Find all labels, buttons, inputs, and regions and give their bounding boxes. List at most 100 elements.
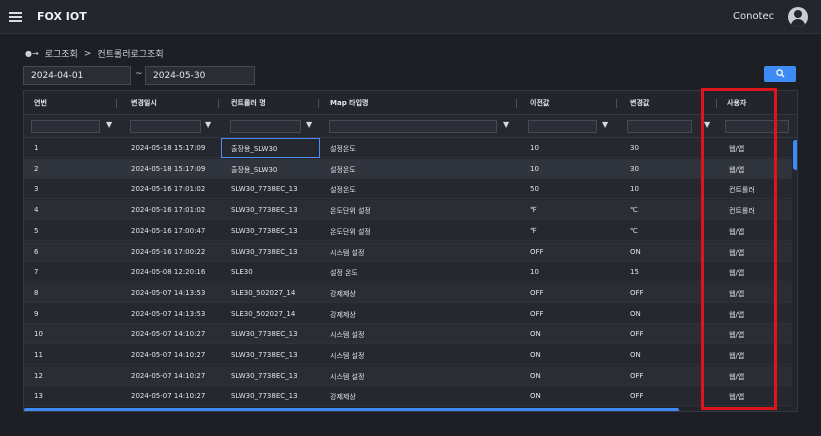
cell-previous[interactable]: 50 <box>530 185 539 193</box>
breadcrumb-part1[interactable]: 로그조회 <box>45 47 78 60</box>
cell-controller[interactable]: SLE30_502027_14 <box>231 289 295 297</box>
cell-no[interactable]: 12 <box>34 372 43 380</box>
filter-input-no[interactable] <box>31 120 100 133</box>
cell-changed-at[interactable]: 2024-05-16 17:01:02 <box>131 206 205 214</box>
cell-new[interactable]: 30 <box>630 165 639 173</box>
cell-previous[interactable]: 10 <box>530 268 539 276</box>
cell-previous[interactable]: ℉ <box>530 227 537 235</box>
cell-no[interactable]: 6 <box>34 248 38 256</box>
filter-input-previous[interactable] <box>528 120 597 133</box>
cell-controller[interactable]: SLW30_7738EC_13 <box>231 392 298 400</box>
cell-changed-at[interactable]: 2024-05-18 15:17:09 <box>131 165 205 173</box>
cell-previous[interactable]: ON <box>530 392 541 400</box>
cell-no[interactable]: 11 <box>34 351 43 359</box>
cell-changed-at[interactable]: 2024-05-07 14:13:53 <box>131 310 205 318</box>
date-end-input[interactable] <box>145 66 255 85</box>
cell-previous[interactable]: OFF <box>530 310 544 318</box>
cell-previous[interactable]: ON <box>530 330 541 338</box>
table-row[interactable]: 1 2024-05-18 15:17:09 출장용_SLW30 설정온도 10 30 웹/앱 <box>24 138 792 158</box>
table-row[interactable]: 9 2024-05-07 14:13:53 SLE30_502027_14 강제제상 O… <box>24 304 792 324</box>
cell-changed-at[interactable]: 2024-05-16 17:00:22 <box>131 248 205 256</box>
cell-no[interactable]: 8 <box>34 289 38 297</box>
table-row[interactable]: 6 2024-05-16 17:00:22 SLW30_7738EC_13 시스템 설… <box>24 241 792 262</box>
table-row[interactable]: 8 2024-05-07 14:13:53 SLE30_502027_14 강제제상 O… <box>24 282 792 303</box>
col-header-new[interactable]: 변경값 <box>630 98 649 108</box>
cell-new[interactable]: OFF <box>630 330 644 338</box>
hamburger-menu-icon[interactable] <box>9 12 22 22</box>
cell-new[interactable]: 30 <box>630 144 639 152</box>
cell-no[interactable]: 7 <box>34 268 38 276</box>
cell-previous[interactable]: 10 <box>530 165 539 173</box>
cell-map-type[interactable]: 온도단위 설정 <box>330 206 371 216</box>
cell-previous[interactable]: 10 <box>530 144 539 152</box>
col-header-changed-at[interactable]: 변경일시 <box>131 98 157 108</box>
filter-input-changed-at[interactable] <box>130 120 201 133</box>
cell-new[interactable]: OFF <box>630 372 644 380</box>
table-row[interactable]: 2 2024-05-18 15:17:09 출장용_SLW30 설정온도 10 30 웹/앱 <box>24 158 792 179</box>
cell-new[interactable]: ON <box>630 351 641 359</box>
cell-no[interactable]: 5 <box>34 227 38 235</box>
cell-map-type[interactable]: 강제제상 <box>330 392 356 402</box>
cell-no[interactable]: 2 <box>34 165 38 173</box>
cell-changed-at[interactable]: 2024-05-07 14:10:27 <box>131 372 205 380</box>
vertical-scrollbar[interactable] <box>792 138 797 406</box>
col-header-controller[interactable]: 컨트롤러 명 <box>231 98 266 108</box>
cell-map-type[interactable]: 설정온도 <box>330 165 356 175</box>
cell-map-type[interactable]: 시스템 설정 <box>330 330 364 340</box>
filter-funnel-icon[interactable]: ▼ <box>205 120 211 129</box>
cell-previous[interactable]: ON <box>530 372 541 380</box>
cell-new[interactable]: OFF <box>630 289 644 297</box>
cell-map-type[interactable]: 설정 온도 <box>330 268 358 278</box>
table-row[interactable]: 7 2024-05-08 12:20:16 SLE30 설정 온도 10 15 웹/앱 <box>24 262 792 283</box>
cell-new[interactable]: ℃ <box>630 206 638 214</box>
cell-map-type[interactable]: 설정온도 <box>330 185 356 195</box>
cell-new[interactable]: ON <box>630 310 641 318</box>
table-row[interactable]: 12 2024-05-07 14:10:27 SLW30_7738EC_13 시스템 … <box>24 365 792 386</box>
cell-controller[interactable]: SLW30_7738EC_13 <box>231 248 298 256</box>
col-header-previous[interactable]: 이전값 <box>530 98 549 108</box>
cell-map-type[interactable]: 시스템 설정 <box>330 372 364 382</box>
cell-no[interactable]: 4 <box>34 206 38 214</box>
cell-new[interactable]: 10 <box>630 185 639 193</box>
cell-new[interactable]: OFF <box>630 392 644 400</box>
table-row[interactable]: 13 2024-05-07 14:10:27 SLW30_7738EC_13 강제제상… <box>24 386 792 407</box>
cell-controller[interactable]: SLE30_502027_14 <box>231 310 295 318</box>
user-name[interactable]: Conotec <box>733 11 774 22</box>
cell-new[interactable]: ℃ <box>630 227 638 235</box>
cell-previous[interactable]: ON <box>530 351 541 359</box>
table-row[interactable]: 4 2024-05-16 17:01:02 SLW30_7738EC_13 온도단위 … <box>24 200 792 221</box>
cell-controller[interactable]: SLW30_7738EC_13 <box>231 206 298 214</box>
table-row[interactable]: 3 2024-05-16 17:01:02 SLW30_7738EC_13 설정온도 5… <box>24 179 792 200</box>
filter-funnel-icon[interactable]: ▼ <box>503 120 509 129</box>
table-row[interactable]: 11 2024-05-07 14:10:27 SLW30_7738EC_13 시스템 … <box>24 345 792 365</box>
horizontal-scroll-thumb[interactable] <box>24 408 679 411</box>
filter-input-map-type[interactable] <box>329 120 497 133</box>
cell-controller[interactable]: SLW30_7738EC_13 <box>231 372 298 380</box>
cell-controller[interactable]: SLE30 <box>231 268 253 276</box>
filter-input-new[interactable] <box>627 120 692 133</box>
cell-map-type[interactable]: 강제제상 <box>330 310 356 320</box>
cell-new[interactable]: 15 <box>630 268 639 276</box>
filter-funnel-icon[interactable]: ▼ <box>306 120 312 129</box>
cell-previous[interactable]: OFF <box>530 248 544 256</box>
cell-map-type[interactable]: 설정온도 <box>330 144 356 154</box>
cell-no[interactable]: 10 <box>34 330 43 338</box>
cell-changed-at[interactable]: 2024-05-08 12:20:16 <box>131 268 205 276</box>
cell-previous[interactable]: ℉ <box>530 206 537 214</box>
cell-map-type[interactable]: 시스템 설정 <box>330 351 364 361</box>
user-avatar-icon[interactable] <box>788 7 808 27</box>
filter-input-controller[interactable] <box>230 120 301 133</box>
table-row[interactable]: 5 2024-05-16 17:00:47 SLW30_7738EC_13 온도단위 … <box>24 221 792 241</box>
filter-funnel-icon[interactable]: ▼ <box>106 120 112 129</box>
cell-map-type[interactable]: 강제제상 <box>330 289 356 299</box>
cell-new[interactable]: ON <box>630 248 641 256</box>
horizontal-scrollbar[interactable] <box>24 407 792 411</box>
cell-changed-at[interactable]: 2024-05-16 17:01:02 <box>131 185 205 193</box>
cell-changed-at[interactable]: 2024-05-07 14:10:27 <box>131 351 205 359</box>
cell-changed-at[interactable]: 2024-05-07 14:10:27 <box>131 330 205 338</box>
cell-controller[interactable]: SLW30_7738EC_13 <box>231 330 298 338</box>
cell-controller[interactable]: 출장용_SLW30 <box>231 165 277 175</box>
vertical-scroll-thumb[interactable] <box>793 140 797 170</box>
cell-changed-at[interactable]: 2024-05-16 17:00:47 <box>131 227 205 235</box>
table-row[interactable]: 10 2024-05-07 14:10:27 SLW30_7738EC_13 시스템 … <box>24 324 792 345</box>
